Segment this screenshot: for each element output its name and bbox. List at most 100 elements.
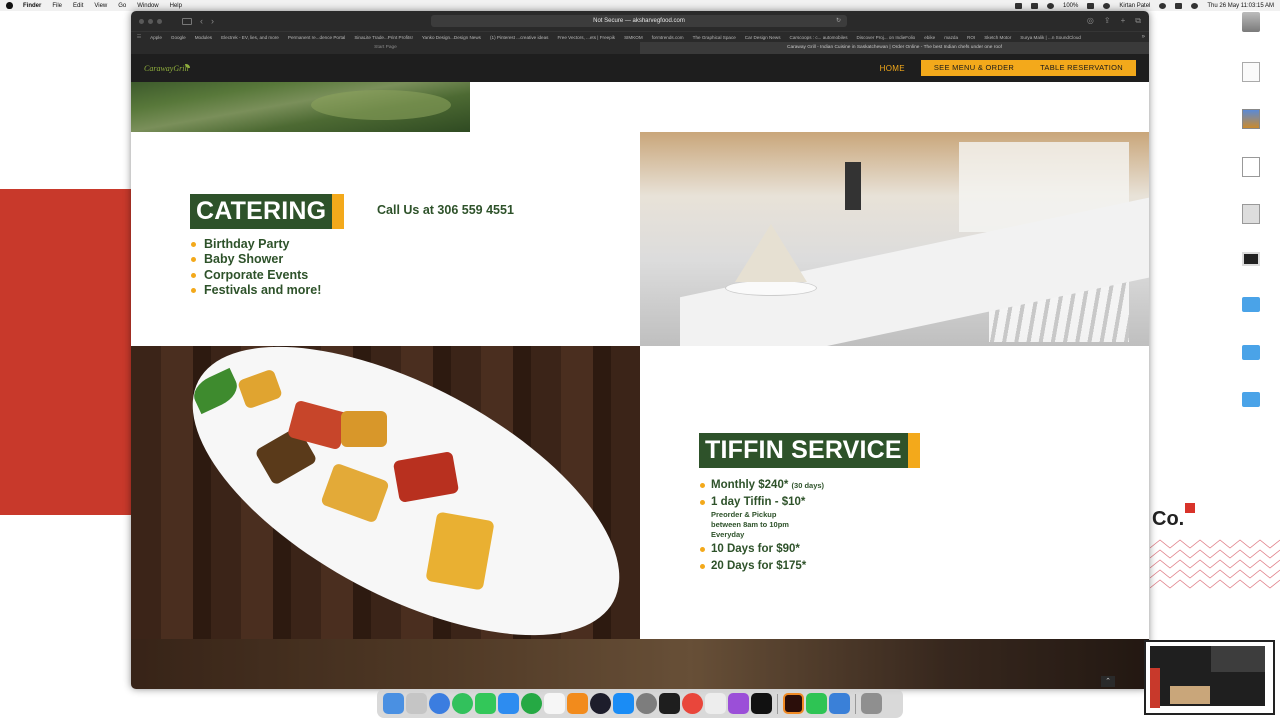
chrome-icon[interactable] (682, 693, 703, 714)
archive-icon[interactable] (829, 693, 850, 714)
menu-window[interactable]: Window (137, 3, 158, 9)
desktop-drive[interactable] (1224, 12, 1278, 32)
nav-home-link[interactable]: HOME (880, 64, 905, 73)
user-icon[interactable] (1103, 2, 1111, 9)
new-tab-icon[interactable]: + (1121, 16, 1126, 26)
bookmark-item[interactable]: Electrek - EV, lies, and more (221, 35, 279, 40)
menu-view[interactable]: View (94, 3, 107, 9)
trash-icon[interactable] (861, 693, 882, 714)
screenshot-preview-thumbnail[interactable] (1144, 640, 1275, 715)
bluetooth-icon[interactable] (1015, 2, 1022, 9)
desktop-folder-3[interactable] (1224, 392, 1278, 407)
menu-edit[interactable]: Edit (73, 3, 83, 9)
siri-icon[interactable] (1191, 2, 1199, 9)
books-icon[interactable] (567, 693, 588, 714)
folder-icon (1242, 345, 1260, 360)
desktop-file[interactable] (1224, 204, 1278, 224)
bookmark-item[interactable]: formtrends.com (652, 35, 684, 40)
bookmark-item[interactable]: Carscoops : c... automobiles (790, 35, 848, 40)
launchpad-icon[interactable] (406, 693, 427, 714)
menu-help[interactable]: Help (170, 3, 182, 9)
bookmark-item[interactable]: Surya Malik | ...n SoundCloud (1020, 35, 1081, 40)
desktop-screenshot[interactable] (1224, 252, 1278, 266)
tiffin-heading: TIFFIN SERVICE (699, 433, 920, 468)
desktop-folder-1[interactable] (1224, 297, 1278, 312)
tab-start-page[interactable]: Start Page (131, 42, 640, 54)
tab-caraway-grill[interactable]: Caraway Grill - Indian Cuisine in Saskat… (640, 42, 1149, 54)
bookmark-item[interactable]: mazda (944, 35, 958, 40)
address-bar[interactable]: Not Secure — aksharvegfood.com ↻ (431, 15, 847, 27)
apple-menu-icon[interactable] (6, 2, 13, 9)
system-preferences-icon[interactable] (636, 693, 657, 714)
whatsapp-business-icon[interactable] (521, 693, 542, 714)
sidebar-toggle-icon[interactable] (182, 17, 192, 25)
desktop-pdf[interactable] (1224, 157, 1278, 177)
bookmark-item[interactable]: ROI (967, 35, 975, 40)
address-text: Not Secure — aksharvegfood.com (593, 18, 685, 24)
app-store-icon[interactable] (613, 693, 634, 714)
tiffin-monthly-price: Monthly $240* (711, 479, 789, 491)
facetime-icon[interactable] (806, 693, 827, 714)
browser-window: ‹ › Not Secure — aksharvegfood.com ↻ ◎ ⇪… (131, 11, 1149, 689)
bookmark-item[interactable]: Modules (195, 35, 212, 40)
bookmark-item[interactable]: (1) Pinterest ...creative ideas (490, 35, 548, 40)
extensions-icon[interactable]: ◎ (1087, 16, 1094, 26)
bookmark-item[interactable]: SinaLite Trade...Print Profits! (354, 35, 412, 40)
tab-overview-icon[interactable]: ⧉ (1135, 16, 1141, 26)
forward-arrow-icon[interactable]: › (211, 16, 214, 26)
menu-app-name[interactable]: Finder (23, 3, 41, 9)
bookmark-item[interactable]: Car Design News (745, 35, 781, 40)
bookmark-item[interactable]: Google (171, 35, 186, 40)
podcasts-icon[interactable] (728, 693, 749, 714)
menubar-clock[interactable]: Thu 26 May 11:03:15 AM (1207, 3, 1274, 9)
bookmark-item[interactable]: Yanko Design...Design News (422, 35, 481, 40)
bookmark-item[interactable]: Permanent re...dence Portal (288, 35, 345, 40)
site-logo[interactable]: CarawayGrill (144, 63, 190, 73)
apple-tv-icon[interactable] (751, 693, 772, 714)
reload-icon[interactable]: ↻ (836, 15, 841, 27)
bookmark-item[interactable]: ebike (924, 35, 935, 40)
table-reservation-button[interactable]: TABLE RESERVATION (1027, 60, 1136, 76)
bookmark-item[interactable]: Discover Proj... on IndieFolio (857, 35, 916, 40)
user-name[interactable]: Kirtan Patel (1119, 3, 1150, 9)
bookmark-item[interactable]: Sketch Motor (984, 35, 1011, 40)
bookmark-item[interactable]: The Graphical Space (693, 35, 736, 40)
messages-icon[interactable] (475, 693, 496, 714)
bookmark-item[interactable]: Apple (150, 35, 162, 40)
bookmark-item[interactable]: SIMKOM (624, 35, 643, 40)
desktop-document[interactable] (1224, 62, 1278, 82)
desktop-folder-2[interactable] (1224, 345, 1278, 360)
davinci-icon[interactable] (590, 693, 611, 714)
whatsapp-icon[interactable] (452, 693, 473, 714)
zoom-window-button[interactable] (157, 18, 162, 24)
folder-icon (1242, 297, 1260, 312)
menu-file[interactable]: File (52, 3, 62, 9)
desktop-image[interactable] (1224, 109, 1278, 129)
menu-go[interactable]: Go (118, 3, 126, 9)
notes-icon[interactable] (544, 693, 565, 714)
see-menu-order-button[interactable]: SEE MENU & ORDER (920, 60, 1028, 76)
control-center-icon[interactable] (1175, 2, 1183, 9)
dock (377, 689, 903, 718)
wifi-icon[interactable] (1047, 2, 1054, 9)
catering-phone[interactable]: Call Us at 306 559 4551 (377, 203, 514, 217)
illustrator-icon[interactable] (783, 693, 804, 714)
spotlight-icon[interactable] (1159, 2, 1167, 9)
textedit-icon[interactable] (705, 693, 726, 714)
bookmarks-sidebar-icon[interactable]: ☷ (137, 34, 141, 40)
share-icon[interactable]: ⇪ (1104, 16, 1111, 26)
window-controls (139, 18, 162, 24)
minimize-window-button[interactable] (148, 18, 153, 24)
mail-icon[interactable] (498, 693, 519, 714)
safari-icon[interactable] (429, 693, 450, 714)
banquet-hall-image (640, 132, 1149, 346)
back-arrow-icon[interactable]: ‹ (200, 16, 203, 26)
volume-icon[interactable] (1031, 2, 1038, 9)
finder-icon[interactable] (383, 693, 404, 714)
close-window-button[interactable] (139, 18, 144, 24)
terminal-icon[interactable] (659, 693, 680, 714)
bookmarks-overflow-icon[interactable]: » (1142, 34, 1145, 40)
scroll-to-top-button[interactable]: ⌃ (1101, 676, 1115, 687)
bookmark-item[interactable]: Free Vectors, ...ets | Freepik (557, 35, 615, 40)
battery-icon[interactable] (1087, 2, 1095, 9)
